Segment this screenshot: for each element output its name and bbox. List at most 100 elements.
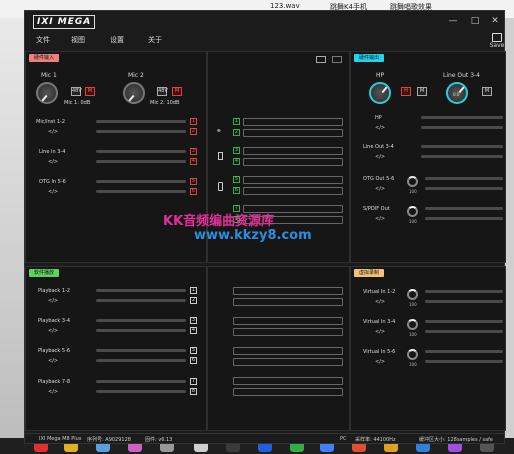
menu-file[interactable]: 文件 [36, 35, 50, 45]
virtual-in-knob[interactable] [407, 319, 418, 330]
channel-badge: 2 [190, 128, 197, 135]
routing-slot[interactable] [243, 129, 343, 137]
routing-slot[interactable] [233, 287, 343, 295]
output-level-slider[interactable] [425, 177, 503, 180]
routing-slot[interactable] [233, 298, 343, 306]
routing-slot[interactable] [243, 176, 343, 184]
hp-mute-button[interactable]: M [417, 87, 427, 96]
hp-volume-knob[interactable] [369, 82, 391, 104]
output-level-slider[interactable] [425, 187, 503, 190]
input-row-sub: </> [48, 129, 59, 135]
routing-slot[interactable] [233, 388, 343, 396]
playback-level-slider[interactable] [96, 289, 186, 292]
virtual-record-panel: 虚拟录制 Virtual In 1-2 </> 100 Virtual In 3… [350, 266, 506, 431]
routing-channel-badge: 6 [233, 187, 240, 194]
routing-slot[interactable] [233, 358, 343, 366]
routing-slot[interactable] [243, 187, 343, 195]
buffer-size: 缓冲区大小: 128samples / safe [419, 437, 493, 443]
routing-slot[interactable] [233, 347, 343, 355]
phone-icon [218, 182, 223, 191]
virtual-level-slider[interactable] [425, 350, 503, 353]
output-row-name: S/PDIF Out [363, 206, 390, 212]
hardware-output-tag: 硬件输出 [354, 54, 385, 62]
hp-h-button[interactable]: H [401, 87, 411, 96]
virtual-in-knob-value: 100 [409, 302, 417, 307]
playback-level-slider[interactable] [96, 299, 186, 302]
playback-row-sub: </> [48, 389, 59, 395]
hardware-input-tag: 硬件输入 [29, 54, 60, 62]
spdif-out-knob[interactable] [407, 206, 418, 217]
speaker-icon [218, 152, 223, 160]
input-row-name: Line In 3-4 [39, 149, 66, 155]
mic2-48v-button[interactable]: 48V [157, 87, 168, 96]
layout-view-icon[interactable] [332, 56, 342, 63]
otg-out-knob[interactable] [407, 176, 418, 187]
minimize-button[interactable]: — [446, 15, 460, 27]
output-level-slider[interactable] [421, 126, 503, 129]
virtual-in-knob[interactable] [407, 289, 418, 300]
virtual-level-slider[interactable] [425, 360, 503, 363]
desktop-file-label[interactable]: 123.wav [270, 2, 300, 10]
playback-level-slider[interactable] [96, 390, 186, 393]
lineout-mute-button[interactable]: M [482, 87, 492, 96]
playback-row-sub: </> [48, 298, 59, 304]
layout-view-icon[interactable] [316, 56, 326, 63]
playback-level-slider[interactable] [96, 380, 186, 383]
input-level-slider[interactable] [96, 130, 186, 133]
menu-view[interactable]: 视图 [71, 35, 85, 45]
channel-badge: 1 [190, 287, 197, 294]
watermark-text: KK音频编曲资源库 [163, 214, 275, 229]
virtual-row-name: Virtual In 5-6 [363, 349, 396, 355]
channel-badge: 6 [190, 188, 197, 195]
virtual-row-name: Virtual In 3-4 [363, 319, 396, 325]
save-icon [492, 33, 502, 42]
playback-level-slider[interactable] [96, 329, 186, 332]
output-row-sub: </> [375, 186, 386, 192]
input-level-slider[interactable] [96, 160, 186, 163]
routing-slot[interactable] [233, 328, 343, 336]
routing-slot[interactable] [243, 118, 343, 126]
channel-badge: 5 [190, 178, 197, 185]
routing-slot[interactable] [243, 158, 343, 166]
routing-slot[interactable] [243, 147, 343, 155]
channel-badge: 4 [190, 158, 197, 165]
playback-level-slider[interactable] [96, 319, 186, 322]
mic2-mute-button[interactable]: M [172, 87, 182, 96]
output-level-slider[interactable] [421, 116, 503, 119]
routing-slot[interactable] [233, 377, 343, 385]
channel-badge: 4 [190, 327, 197, 334]
save-button[interactable]: Save [488, 33, 506, 51]
menu-about[interactable]: 关于 [148, 35, 162, 45]
mic2-gain-knob[interactable] [123, 82, 145, 104]
virtual-in-knob[interactable] [407, 349, 418, 360]
virtual-level-slider[interactable] [425, 320, 503, 323]
software-playback-tag: 软件播放 [29, 269, 60, 277]
playback-level-slider[interactable] [96, 349, 186, 352]
input-level-slider[interactable] [96, 180, 186, 183]
watermark-url: www.kkzy8.com [194, 228, 312, 243]
maximize-button[interactable]: □ [468, 15, 482, 27]
input-level-slider[interactable] [96, 150, 186, 153]
close-button[interactable]: ✕ [488, 15, 502, 27]
connection-mode: PC [340, 436, 347, 442]
routing-slot[interactable] [233, 317, 343, 325]
mic1-48v-button[interactable]: 48V [71, 87, 82, 96]
mic1-gain-knob[interactable] [36, 82, 58, 104]
playback-level-slider[interactable] [96, 359, 186, 362]
virtual-level-slider[interactable] [425, 290, 503, 293]
virtual-row-sub: </> [375, 359, 386, 365]
virtual-level-slider[interactable] [425, 300, 503, 303]
output-level-slider[interactable] [421, 145, 503, 148]
output-level-slider[interactable] [425, 207, 503, 210]
playback-row-name: Playback 5-6 [38, 348, 71, 354]
input-level-slider[interactable] [96, 190, 186, 193]
input-level-slider[interactable] [96, 120, 186, 123]
virtual-level-slider[interactable] [425, 330, 503, 333]
output-level-slider[interactable] [425, 217, 503, 220]
mic1-mute-button[interactable]: M [85, 87, 95, 96]
hardware-output-panel: 硬件输出 HP H M Line Out 3-4 0.0 M HP </> Li… [350, 51, 506, 263]
input-row-name: OTG In 5-6 [39, 179, 66, 185]
output-level-slider[interactable] [421, 155, 503, 158]
channel-badge: 8 [190, 388, 197, 395]
menu-settings[interactable]: 设置 [110, 35, 124, 45]
